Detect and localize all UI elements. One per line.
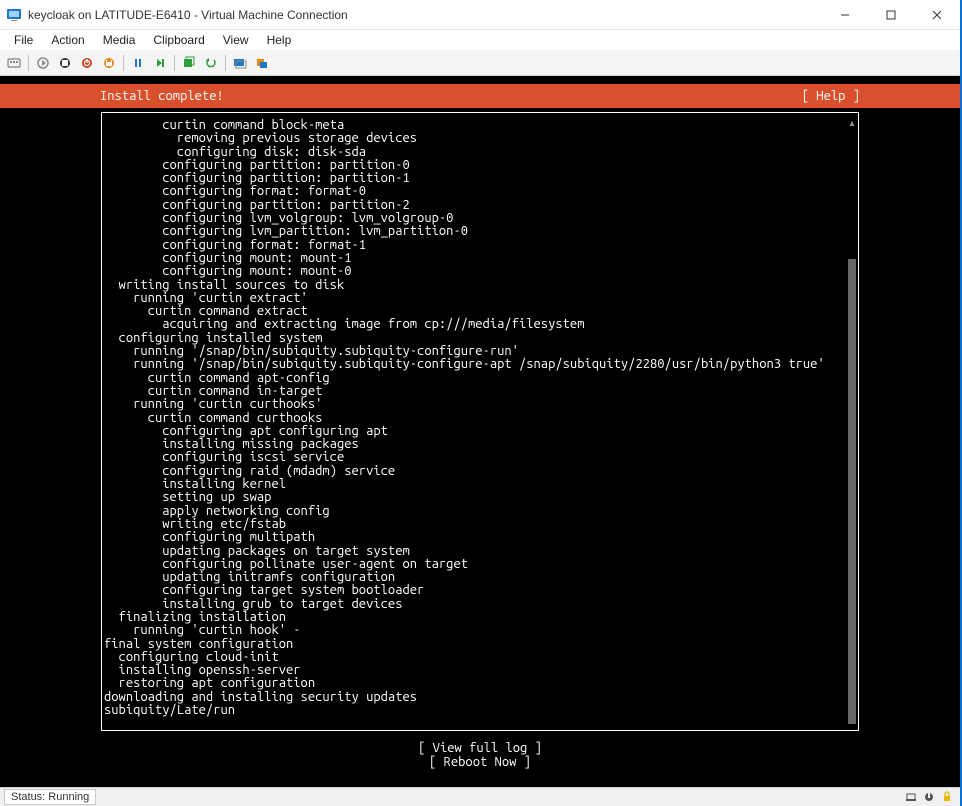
turnoff-icon[interactable] bbox=[55, 53, 75, 73]
menu-media[interactable]: Media bbox=[95, 31, 144, 49]
scroll-spacer bbox=[848, 128, 856, 259]
lock-status-icon bbox=[940, 790, 954, 804]
ctrl-alt-del-icon[interactable] bbox=[4, 53, 24, 73]
revert-icon[interactable] bbox=[201, 53, 221, 73]
pause-icon[interactable] bbox=[128, 53, 148, 73]
toolbar-separator bbox=[174, 55, 175, 71]
checkpoint-icon[interactable] bbox=[179, 53, 199, 73]
installer-title: Install complete! bbox=[100, 89, 802, 103]
network-status-icon bbox=[904, 790, 918, 804]
toolbar bbox=[0, 50, 960, 76]
menu-view[interactable]: View bbox=[215, 31, 257, 49]
share-icon[interactable] bbox=[252, 53, 272, 73]
scroll-track[interactable] bbox=[848, 128, 856, 724]
status-text: Status: Running bbox=[4, 789, 96, 805]
installer-actions: [ View full log ] [ Reboot Now ] bbox=[0, 741, 960, 769]
vm-display[interactable]: Install complete! [ Help ] curtin comman… bbox=[0, 76, 960, 787]
menu-help[interactable]: Help bbox=[259, 31, 300, 49]
menu-action[interactable]: Action bbox=[43, 31, 92, 49]
window-title: keycloak on LATITUDE-E6410 - Virtual Mac… bbox=[28, 8, 822, 22]
shutdown-icon[interactable] bbox=[77, 53, 97, 73]
app-icon bbox=[6, 7, 22, 23]
secure-status-icon bbox=[922, 790, 936, 804]
enhanced-session-icon[interactable] bbox=[230, 53, 250, 73]
close-button[interactable] bbox=[914, 0, 960, 30]
help-button[interactable]: [ Help ] bbox=[802, 89, 860, 103]
log-scrollbar[interactable]: ▲ bbox=[848, 119, 856, 724]
minimize-button[interactable] bbox=[822, 0, 868, 30]
toolbar-separator bbox=[28, 55, 29, 71]
reboot-now-button[interactable]: [ Reboot Now ] bbox=[0, 755, 960, 769]
toolbar-separator bbox=[123, 55, 124, 71]
start-icon[interactable] bbox=[33, 53, 53, 73]
maximize-button[interactable] bbox=[868, 0, 914, 30]
status-icons bbox=[904, 790, 956, 804]
titlebar: keycloak on LATITUDE-E6410 - Virtual Mac… bbox=[0, 0, 960, 30]
menubar: File Action Media Clipboard View Help bbox=[0, 30, 960, 50]
save-icon[interactable] bbox=[99, 53, 119, 73]
scroll-thumb[interactable] bbox=[848, 259, 856, 724]
menu-file[interactable]: File bbox=[6, 31, 41, 49]
menu-clipboard[interactable]: Clipboard bbox=[145, 31, 212, 49]
installer-header: Install complete! [ Help ] bbox=[0, 84, 960, 108]
view-full-log-button[interactable]: [ View full log ] bbox=[0, 741, 960, 755]
statusbar: Status: Running bbox=[0, 787, 960, 806]
toolbar-separator bbox=[225, 55, 226, 71]
log-frame: curtin command block-meta removing previ… bbox=[101, 112, 859, 731]
scroll-up-arrow[interactable]: ▲ bbox=[848, 119, 857, 128]
reset-icon[interactable] bbox=[150, 53, 170, 73]
install-log: curtin command block-meta removing previ… bbox=[102, 119, 858, 717]
